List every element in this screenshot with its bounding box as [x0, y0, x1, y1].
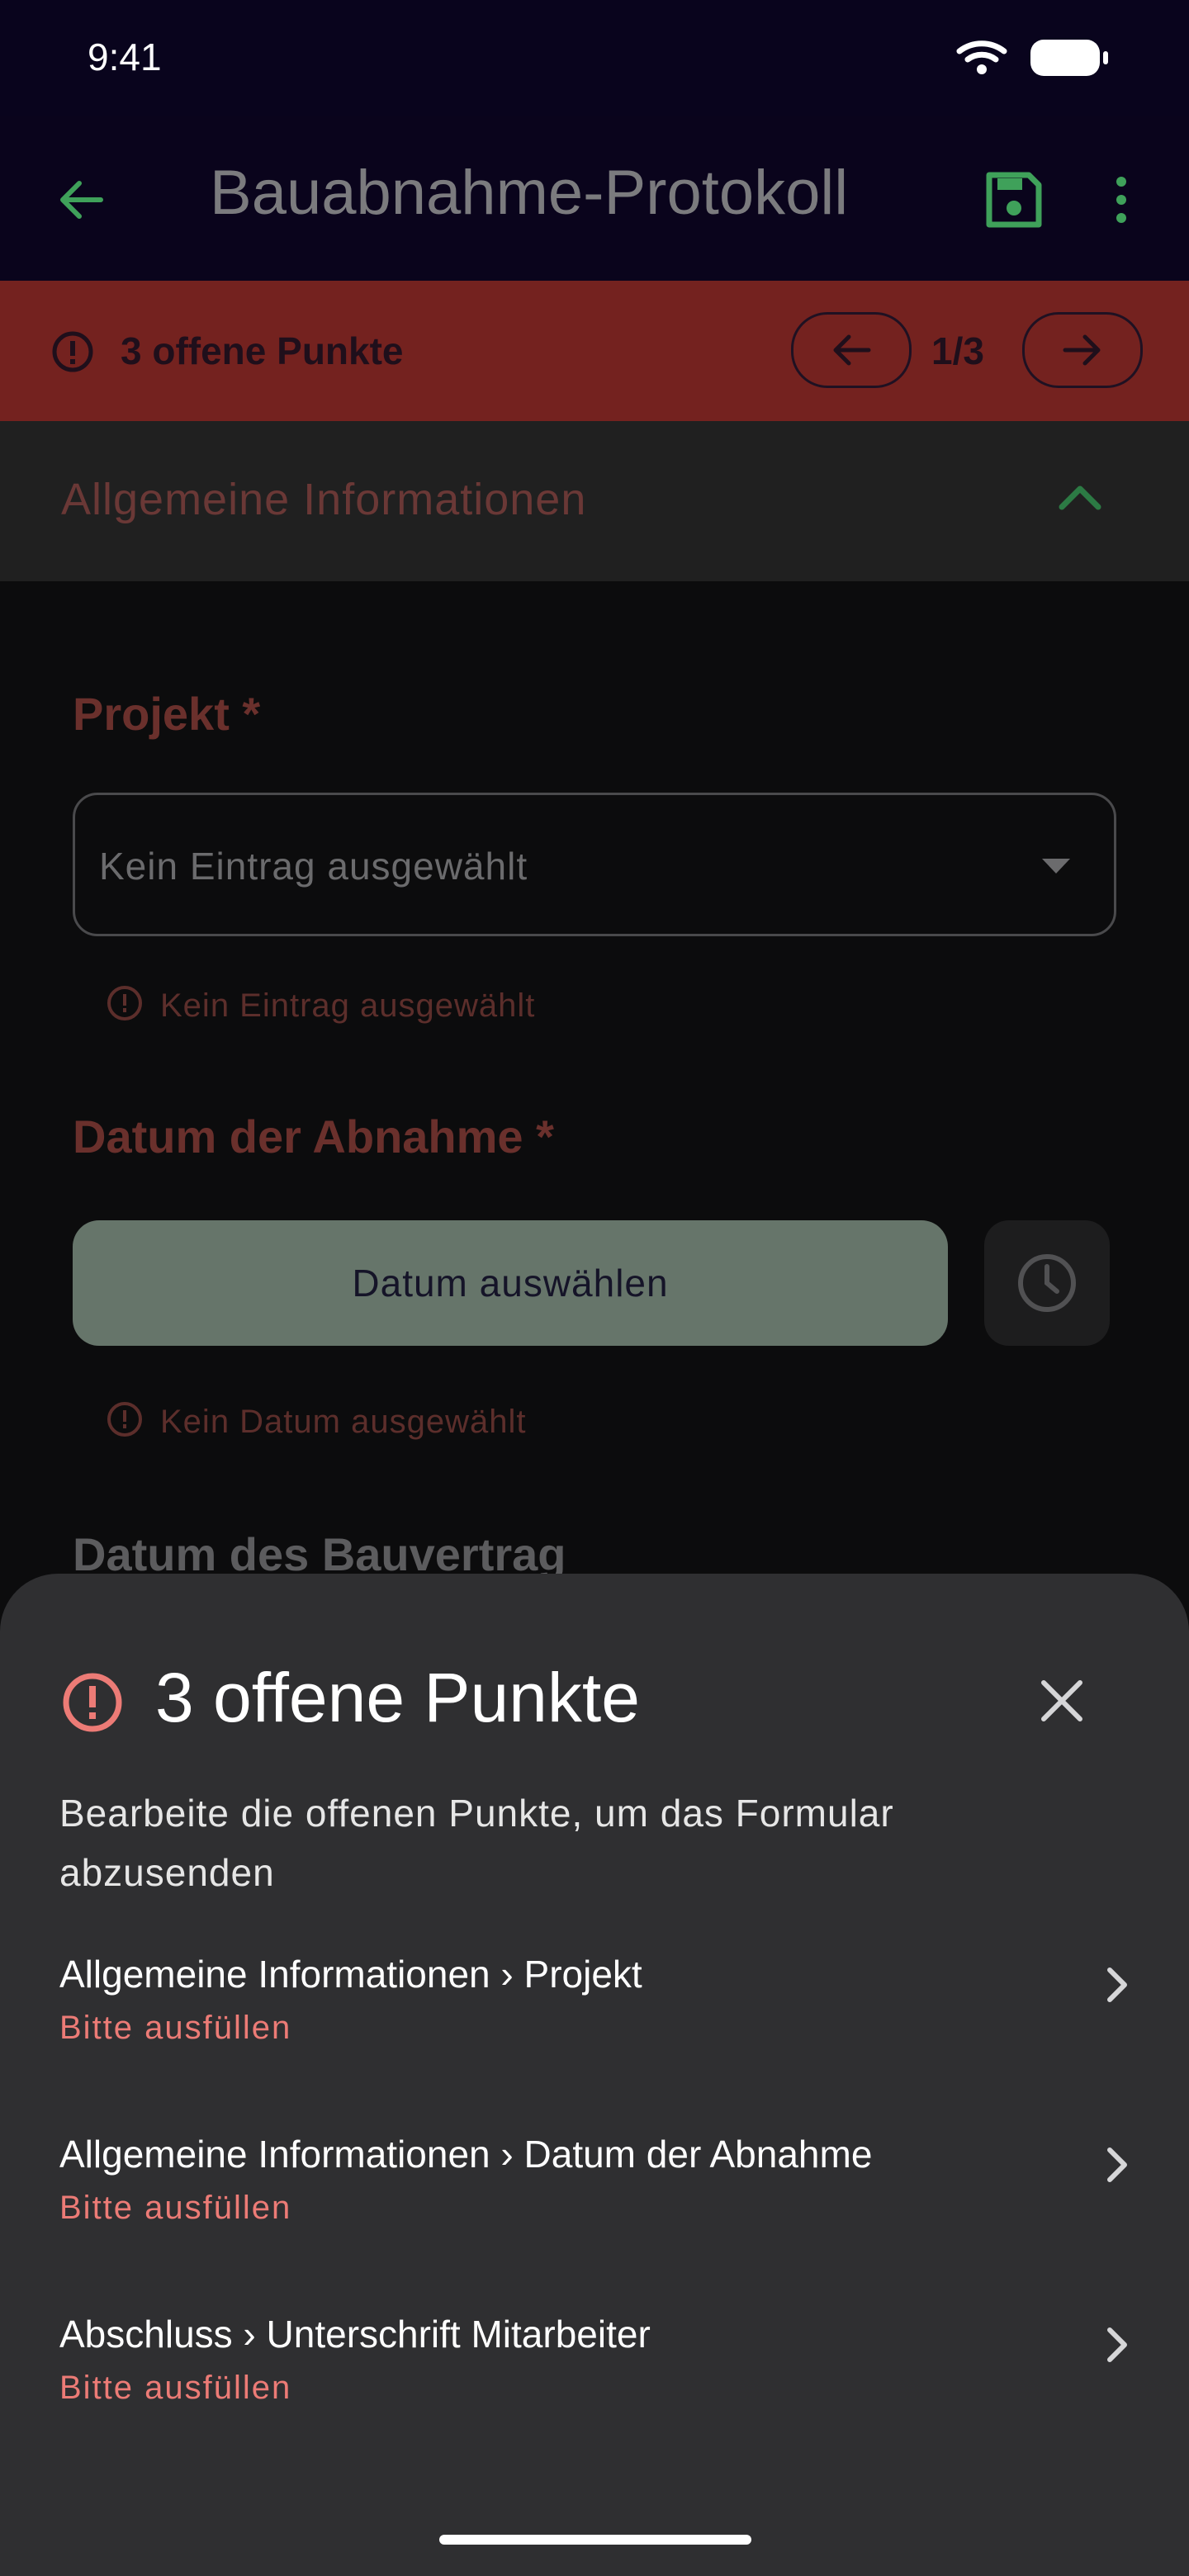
- issue-title: Allgemeine Informationen › Datum der Abn…: [59, 2133, 873, 2176]
- projekt-error-text: Kein Eintrag ausgewählt: [160, 987, 536, 1024]
- previous-issue-button[interactable]: [791, 312, 912, 388]
- wifi-icon: [956, 40, 1007, 74]
- status-time: 9:41: [88, 36, 162, 78]
- datum-error-text: Kein Datum ausgewählt: [160, 1404, 527, 1440]
- page-title: Bauabnahme-Protokoll: [210, 158, 849, 228]
- error-icon: [106, 1400, 144, 1442]
- error-icon: [50, 329, 96, 379]
- chevron-right-icon: [1100, 2143, 1133, 2190]
- sheet-description: Bearbeite die offenen Punkte, um das For…: [59, 1792, 894, 1894]
- issue-subtitle: Bitte ausfüllen: [59, 2010, 292, 2046]
- back-arrow-icon[interactable]: [54, 173, 107, 230]
- issue-title: Allgemeine Informationen › Projekt: [59, 1953, 642, 1996]
- projekt-label: Projekt *: [73, 688, 261, 740]
- issue-item[interactable]: Allgemeine Informationen › Datum der Abn…: [59, 2132, 1133, 2264]
- datum-button-label: Datum auswählen: [352, 1262, 669, 1305]
- clock-icon: [1018, 1254, 1076, 1312]
- next-issue-button[interactable]: [1022, 312, 1143, 388]
- arrow-right-icon: [1063, 334, 1101, 366]
- dropdown-arrow-icon: [1042, 859, 1070, 879]
- projekt-select-value: Kein Eintrag ausgewählt: [99, 845, 528, 888]
- arrow-left-icon: [833, 334, 871, 366]
- issue-counter: 1/3: [931, 329, 984, 372]
- issue-item[interactable]: Allgemeine Informationen › Projekt Bitte…: [59, 1952, 1133, 2084]
- issue-subtitle: Bitte ausfüllen: [59, 2190, 292, 2226]
- time-picker-button[interactable]: [984, 1220, 1110, 1346]
- chevron-right-icon: [1100, 1963, 1133, 2010]
- datum-auswaehlen-button[interactable]: Datum auswählen: [73, 1220, 948, 1346]
- save-icon[interactable]: [984, 170, 1044, 234]
- issue-subtitle: Bitte ausfüllen: [59, 2370, 292, 2406]
- chevron-up-icon[interactable]: [1057, 481, 1103, 518]
- more-vert-icon[interactable]: [1106, 173, 1136, 230]
- sheet-title: 3 offene Punkte: [155, 1659, 640, 1736]
- issue-item[interactable]: Abschluss › Unterschrift Mitarbeiter Bit…: [59, 2312, 1133, 2444]
- battery-icon: [1030, 40, 1108, 76]
- home-indicator[interactable]: [439, 2535, 751, 2545]
- section-title: Allgemeine Informationen: [61, 475, 587, 524]
- close-icon[interactable]: [1037, 1676, 1087, 1730]
- datum-label: Datum der Abnahme *: [73, 1110, 554, 1163]
- chevron-right-icon: [1100, 2323, 1133, 2370]
- error-banner-text: 3 offene Punkte: [121, 329, 404, 372]
- error-icon: [59, 1669, 126, 1740]
- issue-title: Abschluss › Unterschrift Mitarbeiter: [59, 2313, 651, 2356]
- error-icon: [106, 984, 144, 1026]
- status-icons: [953, 36, 1110, 83]
